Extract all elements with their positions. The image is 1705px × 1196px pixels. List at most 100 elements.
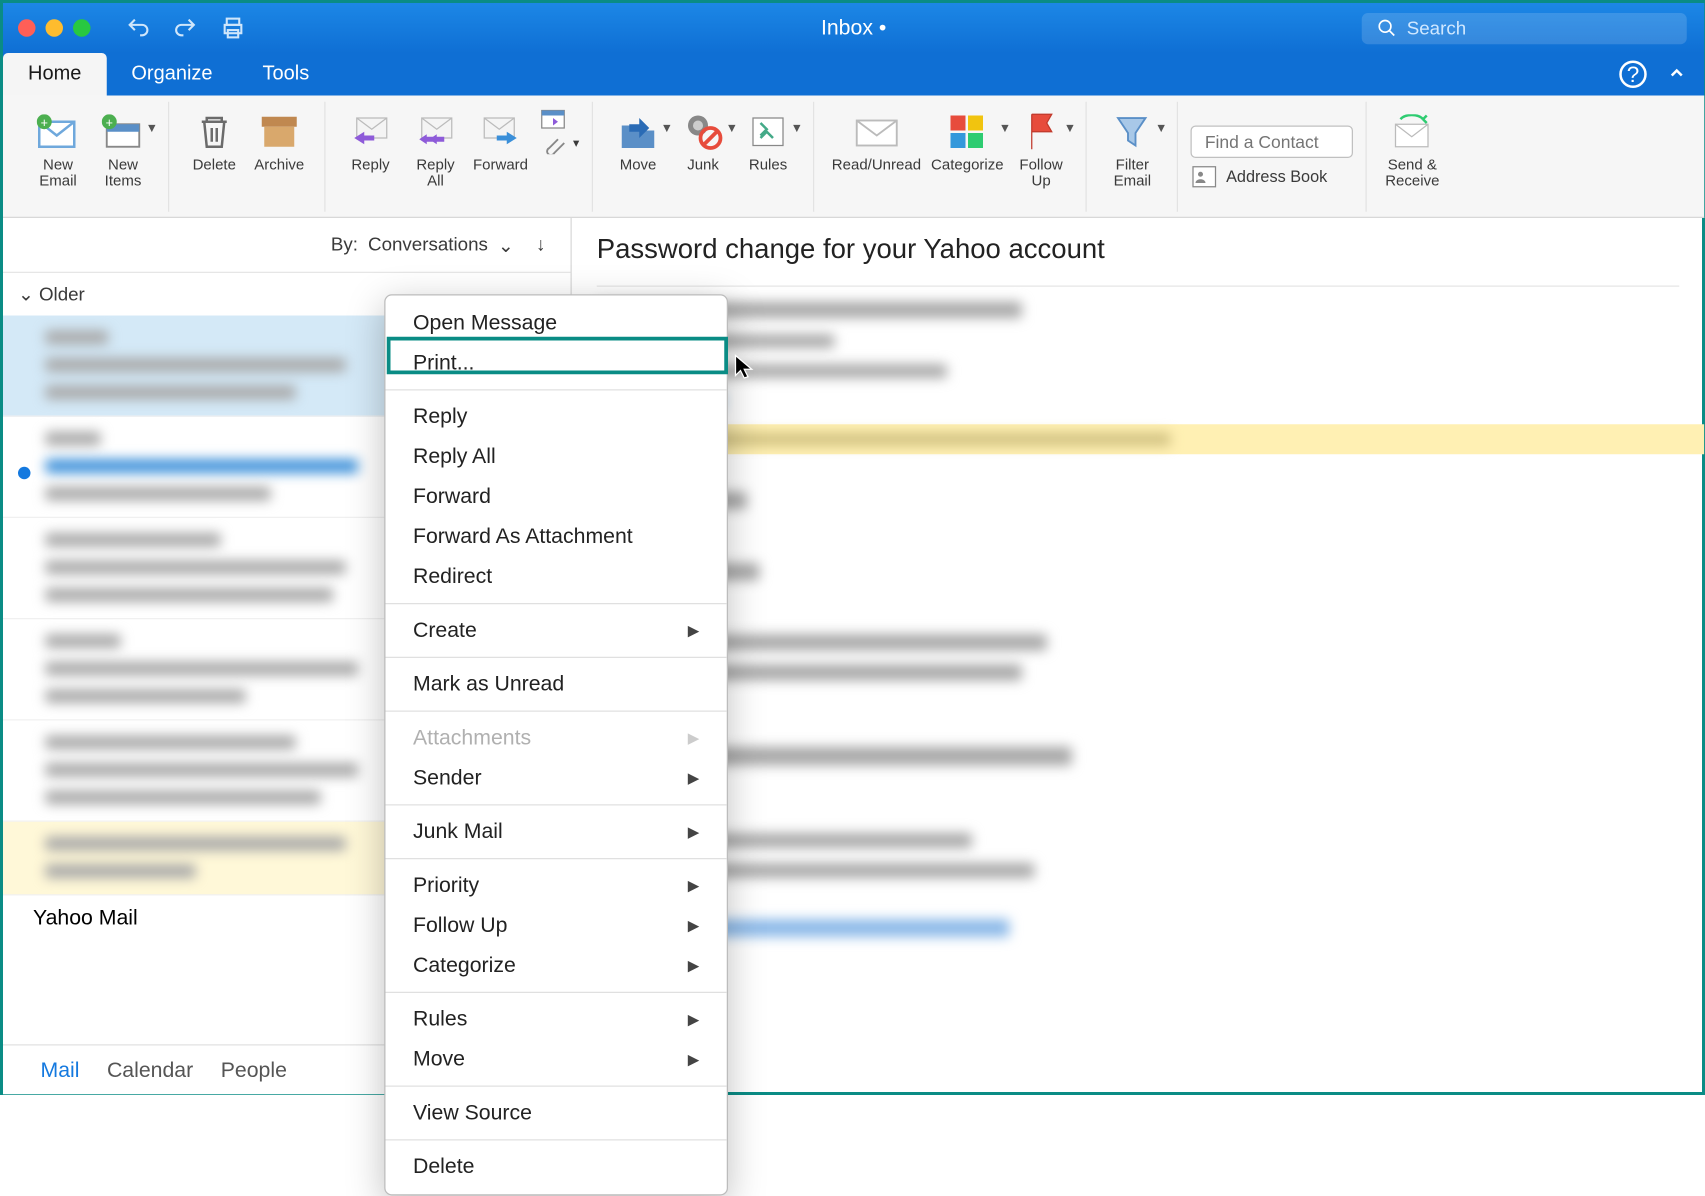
title-bar: Inbox •: [3, 3, 1704, 53]
categorize-button[interactable]: Categorize▼: [926, 106, 1009, 175]
attachment-icon: [541, 134, 566, 154]
nav-mail[interactable]: Mail: [41, 1057, 80, 1082]
forward-button[interactable]: Forward: [468, 106, 533, 175]
junk-icon: [681, 109, 726, 154]
follow-up-button[interactable]: Follow Up▼: [1009, 106, 1074, 191]
info-bar[interactable]: yo: [572, 424, 1705, 454]
ctx-forward-attachment[interactable]: Forward As Attachment: [386, 517, 727, 557]
reply-button[interactable]: Reply: [338, 106, 403, 175]
trash-icon: [192, 109, 237, 154]
unread-indicator-icon: [18, 467, 31, 480]
address-book-label: Address Book: [1226, 167, 1327, 186]
address-book-icon: [1191, 165, 1219, 188]
window-title: Inbox •: [821, 16, 886, 41]
submenu-arrow-icon: ▶: [688, 622, 700, 640]
rules-icon: [746, 109, 791, 154]
context-menu: Open Message Print... Reply Reply All Fo…: [384, 294, 728, 1195]
submenu-arrow-icon: ▶: [688, 729, 700, 747]
submenu-arrow-icon: ▶: [688, 823, 700, 841]
archive-button[interactable]: Archive: [247, 106, 312, 175]
tab-organize[interactable]: Organize: [106, 53, 237, 96]
minimize-window-icon[interactable]: [46, 19, 64, 37]
submenu-arrow-icon: ▶: [688, 1011, 700, 1029]
ctx-junk-mail[interactable]: Junk Mail▶: [386, 812, 727, 852]
meeting-button[interactable]: [541, 106, 580, 129]
maximize-window-icon[interactable]: [73, 19, 91, 37]
filter-email-button[interactable]: Filter Email▼: [1100, 106, 1165, 191]
search-box[interactable]: [1362, 12, 1687, 43]
move-icon: [616, 109, 661, 154]
ctx-redirect[interactable]: Redirect: [386, 557, 727, 597]
rules-button[interactable]: Rules▼: [736, 106, 801, 175]
search-input[interactable]: [1407, 17, 1657, 38]
ctx-reply-all[interactable]: Reply All: [386, 437, 727, 477]
submenu-arrow-icon: ▶: [688, 1051, 700, 1069]
sort-label: By:: [331, 234, 358, 255]
ctx-open-message[interactable]: Open Message: [386, 303, 727, 343]
read-unread-icon: [854, 109, 899, 154]
print-quick-icon[interactable]: [221, 16, 246, 41]
ribbon: + New Email + New Items ▼ Delete Archive…: [3, 96, 1704, 219]
ctx-print[interactable]: Print...: [386, 343, 727, 383]
ctx-priority[interactable]: Priority▶: [386, 866, 727, 906]
ctx-attachments: Attachments▶: [386, 718, 727, 758]
window-controls: [18, 19, 91, 37]
forward-icon: [478, 109, 523, 154]
nav-people[interactable]: People: [221, 1057, 287, 1082]
reply-all-button[interactable]: Reply All: [403, 106, 468, 191]
ctx-mark-unread[interactable]: Mark as Unread: [386, 664, 727, 704]
close-window-icon[interactable]: [18, 19, 36, 37]
ctx-create[interactable]: Create▶: [386, 611, 727, 651]
send-receive-icon: [1390, 109, 1435, 154]
svg-text:+: +: [106, 115, 113, 129]
ctx-delete[interactable]: Delete: [386, 1147, 727, 1187]
archive-icon: [257, 109, 302, 154]
flag-icon: [1019, 109, 1064, 154]
submenu-arrow-icon: ▶: [688, 769, 700, 787]
nav-calendar[interactable]: Calendar: [107, 1057, 193, 1082]
find-contact-input[interactable]: [1191, 125, 1354, 158]
new-email-button[interactable]: + New Email: [26, 106, 91, 191]
attachment-button[interactable]: ▾: [541, 134, 580, 154]
filter-icon: [1110, 109, 1155, 154]
junk-button[interactable]: Junk▼: [671, 106, 736, 175]
new-email-icon: +: [36, 109, 81, 154]
ctx-view-source[interactable]: View Source: [386, 1093, 727, 1133]
ctx-forward[interactable]: Forward: [386, 477, 727, 517]
undo-icon[interactable]: [126, 16, 151, 41]
submenu-arrow-icon: ▶: [688, 917, 700, 935]
read-unread-button[interactable]: Read/Unread: [827, 106, 926, 175]
reply-icon: [348, 109, 393, 154]
sort-header[interactable]: By: Conversations ⌄ ↓: [3, 218, 571, 273]
submenu-arrow-icon: ▶: [688, 957, 700, 975]
cursor-icon: [733, 353, 756, 387]
calendar-icon: [541, 106, 566, 129]
quick-access-toolbar: [126, 16, 246, 41]
search-icon: [1377, 18, 1397, 38]
new-items-icon: +: [101, 109, 146, 154]
tab-home[interactable]: Home: [3, 53, 106, 96]
sort-value: Conversations: [368, 234, 488, 255]
ctx-move[interactable]: Move▶: [386, 1039, 727, 1079]
send-receive-button[interactable]: Send & Receive: [1380, 106, 1445, 191]
ctx-follow-up[interactable]: Follow Up▶: [386, 906, 727, 946]
help-icon[interactable]: ?: [1619, 61, 1647, 89]
address-book-button[interactable]: Address Book: [1191, 165, 1327, 188]
reply-all-icon: [413, 109, 458, 154]
ctx-sender[interactable]: Sender▶: [386, 758, 727, 798]
ctx-rules[interactable]: Rules▶: [386, 999, 727, 1039]
redo-icon[interactable]: [173, 16, 198, 41]
submenu-arrow-icon: ▶: [688, 877, 700, 895]
sort-direction-icon[interactable]: ↓: [536, 234, 545, 255]
new-items-button[interactable]: + New Items ▼: [91, 106, 156, 191]
move-button[interactable]: Move▼: [606, 106, 671, 175]
collapse-ribbon-icon[interactable]: [1667, 63, 1687, 87]
categorize-icon: [945, 109, 990, 154]
message-subject: Password change for your Yahoo account: [597, 233, 1680, 266]
chevron-down-icon: ⌄: [498, 234, 514, 257]
delete-button[interactable]: Delete: [182, 106, 247, 175]
ctx-categorize[interactable]: Categorize▶: [386, 946, 727, 986]
tab-tools[interactable]: Tools: [238, 53, 335, 96]
ctx-reply[interactable]: Reply: [386, 397, 727, 437]
reading-pane: Password change for your Yahoo account y…: [572, 218, 1705, 1044]
